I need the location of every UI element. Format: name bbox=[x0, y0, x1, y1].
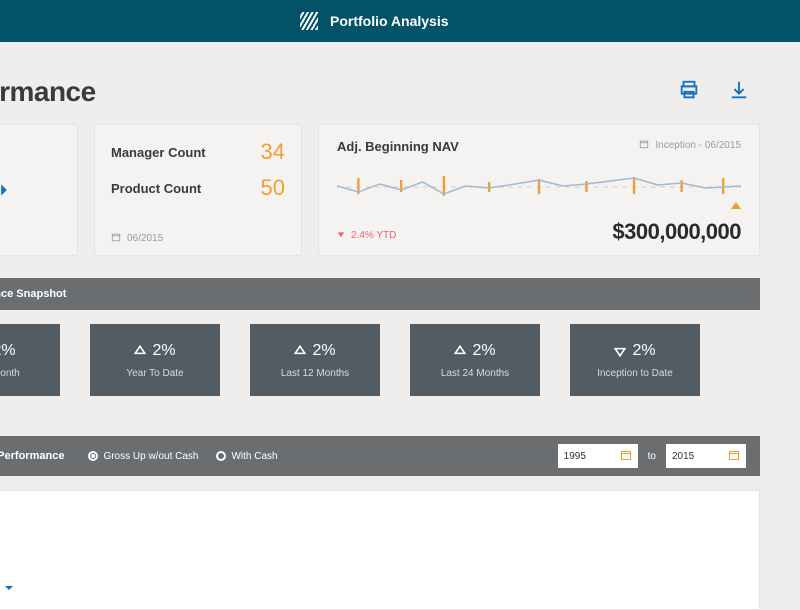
historical-range-label: 1995 - 2015 bbox=[0, 509, 759, 523]
snapshot-label: Last 12 Months bbox=[281, 368, 349, 379]
historical-chart-panel: 1995 - 2015 Primary Index bbox=[0, 490, 760, 610]
chevron-down-icon bbox=[0, 184, 17, 195]
snapshot-label: Last Month bbox=[0, 368, 20, 379]
brand-logo-icon bbox=[300, 12, 318, 30]
primary-index-dropdown[interactable]: Primary Index bbox=[0, 583, 13, 595]
summary-card-placeholder bbox=[0, 124, 78, 256]
date-to-value: 2015 bbox=[672, 451, 694, 462]
radio-with-cash[interactable]: With Cash bbox=[216, 451, 277, 462]
arrow-down-icon bbox=[337, 230, 345, 241]
nav-card: Adj. Beginning NAV Inception - 06/2015 bbox=[318, 124, 760, 256]
counts-card: Manager Count 34 Product Count 50 06/201… bbox=[94, 124, 302, 256]
snapshot-card: 2% Inception to Date bbox=[570, 324, 700, 396]
counts-as-of-date: 06/2015 bbox=[127, 233, 163, 244]
calendar-icon bbox=[620, 449, 632, 464]
radio-dot-icon bbox=[88, 451, 98, 461]
snapshot-label: Year To Date bbox=[126, 368, 183, 379]
snapshot-card: 2% Last Month bbox=[0, 324, 60, 396]
snapshot-delta: 2% bbox=[0, 342, 16, 360]
calendar-icon bbox=[111, 232, 121, 245]
snapshot-section-header: Performance Snapshot bbox=[0, 278, 760, 310]
snapshot-card: 2% Year To Date bbox=[90, 324, 220, 396]
product-count-label: Product Count bbox=[111, 181, 201, 196]
nav-ytd-value: 2.4% YTD bbox=[351, 230, 396, 241]
calendar-icon bbox=[728, 449, 740, 464]
snapshot-delta: 2% bbox=[312, 342, 335, 360]
historical-title: Historical Performance bbox=[0, 450, 64, 462]
print-icon[interactable] bbox=[678, 79, 700, 101]
date-to-input[interactable]: 2015 bbox=[666, 444, 746, 468]
app-title: Portfolio Analysis bbox=[330, 13, 449, 29]
snapshot-card: 2% Last 12 Months bbox=[250, 324, 380, 396]
manager-count-value: 34 bbox=[261, 139, 285, 165]
chevron-down-icon bbox=[5, 583, 13, 595]
snapshot-cards: 2% Last Month 2% Year To Date 2% Last 12… bbox=[0, 324, 760, 414]
nav-date-range: Inception - 06/2015 bbox=[655, 140, 741, 151]
snapshot-label: Inception to Date bbox=[597, 368, 673, 379]
arrow-up-icon bbox=[134, 345, 146, 357]
manager-count-label: Manager Count bbox=[111, 145, 206, 160]
arrow-down-icon bbox=[614, 345, 626, 357]
product-count-value: 50 bbox=[261, 175, 285, 201]
calendar-icon bbox=[639, 139, 649, 152]
radio-label: Gross Up w/out Cash bbox=[103, 451, 198, 462]
date-from-value: 1995 bbox=[564, 451, 586, 462]
snapshot-card: 2% Last 24 Months bbox=[410, 324, 540, 396]
historical-section-header: Historical Performance Gross Up w/out Ca… bbox=[0, 436, 760, 476]
snapshot-title: Performance Snapshot bbox=[0, 288, 66, 300]
nav-value: $300,000,000 bbox=[612, 219, 741, 245]
snapshot-label: Last 24 Months bbox=[441, 368, 509, 379]
snapshot-delta: 2% bbox=[472, 342, 495, 360]
nav-sparkline-chart bbox=[337, 164, 741, 210]
historical-mode-radios: Gross Up w/out Cash With Cash bbox=[88, 451, 277, 462]
date-to-label: to bbox=[648, 451, 656, 462]
radio-label: With Cash bbox=[231, 451, 277, 462]
snapshot-delta: 2% bbox=[152, 342, 175, 360]
page-title: Performance bbox=[0, 62, 96, 118]
trend-up-icon bbox=[731, 202, 741, 209]
top-navbar: Portfolio Analysis bbox=[0, 0, 800, 42]
arrow-up-icon bbox=[294, 345, 306, 357]
arrow-up-icon bbox=[454, 345, 466, 357]
date-from-input[interactable]: 1995 bbox=[558, 444, 638, 468]
radio-gross-up[interactable]: Gross Up w/out Cash bbox=[88, 451, 198, 462]
download-icon[interactable] bbox=[728, 79, 750, 101]
radio-dot-icon bbox=[216, 451, 226, 461]
snapshot-delta: 2% bbox=[632, 342, 655, 360]
